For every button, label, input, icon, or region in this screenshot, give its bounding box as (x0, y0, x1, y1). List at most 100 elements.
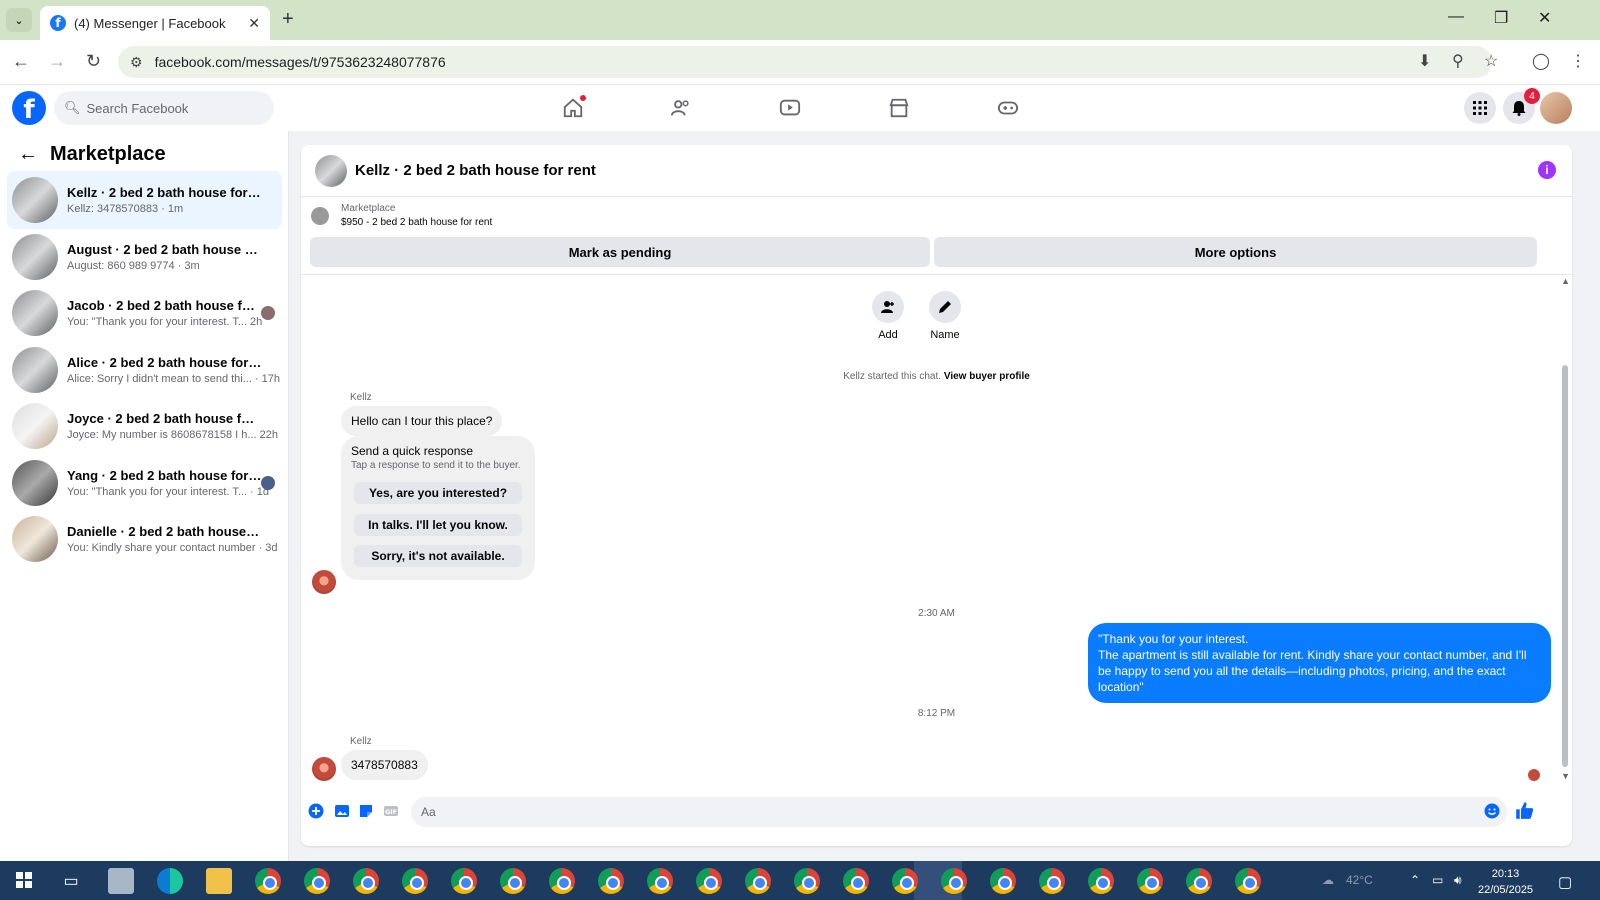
chrome-window-icon[interactable] (1088, 868, 1114, 894)
facebook-search-input[interactable]: 🔍︎ Search Facebook (54, 91, 274, 125)
url-field[interactable]: ⚙ facebook.com/messages/t/97536232480778… (118, 46, 1492, 78)
incoming-message[interactable]: 3478570883 (341, 750, 428, 780)
sender-avatar[interactable] (312, 570, 336, 594)
chrome-window-icon[interactable] (402, 868, 428, 894)
install-app-icon[interactable]: ⬇ (1418, 51, 1431, 71)
mark-as-pending-button[interactable]: Mark as pending (310, 237, 930, 267)
view-buyer-profile-link[interactable]: View buyer profile (944, 371, 1030, 382)
more-options-button[interactable]: More options (934, 237, 1537, 267)
chrome-window-icon[interactable] (1186, 868, 1212, 894)
tab-close-icon[interactable]: ✕ (248, 15, 260, 32)
scrollbar-thumb[interactable] (1562, 365, 1568, 767)
emoji-icon[interactable] (1484, 803, 1500, 823)
message-composer: GIF Aa (301, 793, 1572, 829)
conversation-item[interactable]: Danielle · 2 bed 2 bath house for r... Yo… (7, 510, 282, 568)
listing-thumbnail (12, 290, 58, 336)
marketplace-icon[interactable] (887, 96, 911, 120)
zoom-icon[interactable]: ⚲ (1452, 51, 1464, 71)
gif-icon[interactable]: GIF (383, 803, 399, 823)
browser-tab-bar: ⌄ f (4) Messenger | Facebook ✕ + — ❐ ✕ (0, 0, 1600, 40)
chrome-window-icon[interactable] (941, 868, 967, 894)
taskbar-clock[interactable]: 20:13 22/05/2025 (1478, 866, 1533, 898)
account-avatar[interactable] (1540, 92, 1572, 124)
app-taskbar-icon[interactable] (108, 868, 134, 894)
chrome-window-icon[interactable] (598, 868, 624, 894)
restore-button[interactable]: ❐ (1494, 8, 1508, 28)
incoming-message[interactable]: Hello can I tour this place? (341, 406, 503, 436)
bookmark-star-icon[interactable]: ☆ (1484, 51, 1498, 71)
chrome-window-icon[interactable] (1039, 868, 1065, 894)
outgoing-message[interactable]: "Thank you for your interest. The apartm… (1088, 623, 1551, 703)
edge-browser-icon[interactable] (157, 868, 183, 894)
listing-avatar[interactable] (315, 154, 347, 187)
video-icon[interactable] (778, 96, 802, 120)
attach-photo-icon[interactable] (334, 803, 350, 823)
conversation-item[interactable]: Alice · 2 bed 2 bath house for rent Alice… (7, 341, 282, 399)
reload-icon[interactable]: ↻ (86, 51, 101, 72)
conversation-item[interactable]: Yang · 2 bed 2 bath house for rent You: "… (7, 454, 282, 512)
chrome-window-icon[interactable] (353, 868, 379, 894)
weather-cloud-icon[interactable]: ☁ (1322, 873, 1334, 887)
chrome-window-icon[interactable] (745, 868, 771, 894)
listing-thumbnail (12, 177, 58, 223)
forward-arrow-icon[interactable]: → (48, 51, 66, 72)
gaming-icon[interactable] (996, 96, 1020, 120)
sticker-icon[interactable] (358, 803, 374, 823)
windows-start-icon[interactable] (16, 872, 32, 888)
chrome-window-icon[interactable] (843, 868, 869, 894)
facebook-header: f 🔍︎ Search Facebook (0, 85, 1600, 131)
sender-name: Kellz (350, 736, 372, 747)
friends-icon[interactable] (669, 96, 693, 120)
message-input[interactable]: Aa (411, 797, 1507, 827)
conversation-item[interactable]: Kellz · 2 bed 2 bath house for rent Kellz… (7, 171, 282, 229)
chat-title[interactable]: Kellz · 2 bed 2 bath house for rent (355, 162, 596, 179)
conversation-item[interactable]: Joyce · 2 bed 2 bath house for rent Joyce… (7, 397, 282, 455)
chrome-window-icon[interactable] (647, 868, 673, 894)
sender-avatar[interactable] (312, 757, 336, 781)
tab-search-dropdown[interactable]: ⌄ (6, 8, 32, 32)
listing-summary[interactable]: Marketplace $950 - 2 bed 2 bath house fo… (311, 203, 492, 228)
profile-icon[interactable]: ◯ (1532, 51, 1550, 71)
quick-response-option[interactable]: In talks. I'll let you know. (354, 514, 522, 536)
chrome-window-icon[interactable] (892, 868, 918, 894)
info-icon[interactable]: i (1538, 161, 1556, 179)
scroll-down-arrow[interactable]: ▼ (1561, 771, 1570, 781)
back-arrow-icon[interactable]: ← (12, 51, 30, 72)
browser-menu-icon[interactable]: ⋮ (1570, 51, 1586, 71)
window-close-button[interactable]: ✕ (1538, 8, 1551, 28)
conversation-item[interactable]: Jacob · 2 bed 2 bath house for r... You: … (7, 284, 282, 342)
quick-response-option[interactable]: Yes, are you interested? (354, 482, 522, 504)
add-person-button[interactable]: Add (858, 291, 918, 341)
more-actions-plus-icon[interactable] (308, 803, 324, 823)
new-tab-button[interactable]: + (282, 8, 294, 31)
chrome-window-icon[interactable] (990, 868, 1016, 894)
chrome-window-icon[interactable] (304, 868, 330, 894)
conversation-item[interactable]: August · 2 bed 2 bath house for rent Augu… (7, 228, 282, 286)
chrome-window-icon[interactable] (255, 868, 281, 894)
thumbs-up-icon[interactable] (1515, 801, 1534, 824)
network-icon[interactable]: ▭ (1432, 873, 1443, 887)
scroll-up-arrow[interactable]: ▲ (1561, 276, 1570, 286)
name-chat-button[interactable]: Name (915, 291, 975, 341)
chrome-window-icon[interactable] (794, 868, 820, 894)
weather-temperature[interactable]: 42°C (1346, 873, 1373, 887)
chrome-window-icon[interactable] (500, 868, 526, 894)
chrome-window-icon[interactable] (1235, 868, 1261, 894)
menu-grid-icon[interactable] (1464, 92, 1496, 124)
back-arrow-icon[interactable]: ← (18, 143, 38, 166)
minimize-button[interactable]: — (1448, 8, 1464, 26)
chrome-window-icon[interactable] (451, 868, 477, 894)
quick-response-option[interactable]: Sorry, it's not available. (354, 545, 522, 567)
chrome-window-icon[interactable] (1137, 868, 1163, 894)
task-view-icon[interactable]: ▭ (58, 868, 84, 894)
notification-center-icon[interactable]: ▢ (1558, 873, 1572, 891)
tray-overflow-chevron-icon[interactable]: ⌃ (1410, 873, 1420, 887)
volume-icon[interactable]: 🔊︎ (1454, 873, 1462, 888)
home-notification-dot (580, 95, 586, 101)
file-explorer-icon[interactable] (206, 868, 232, 894)
chrome-window-icon[interactable] (549, 868, 575, 894)
site-info-icon[interactable]: ⚙ (130, 54, 143, 71)
chrome-window-icon[interactable] (696, 868, 722, 894)
facebook-logo-icon[interactable]: f (12, 91, 46, 125)
browser-tab-active[interactable]: f (4) Messenger | Facebook ✕ (40, 6, 270, 40)
